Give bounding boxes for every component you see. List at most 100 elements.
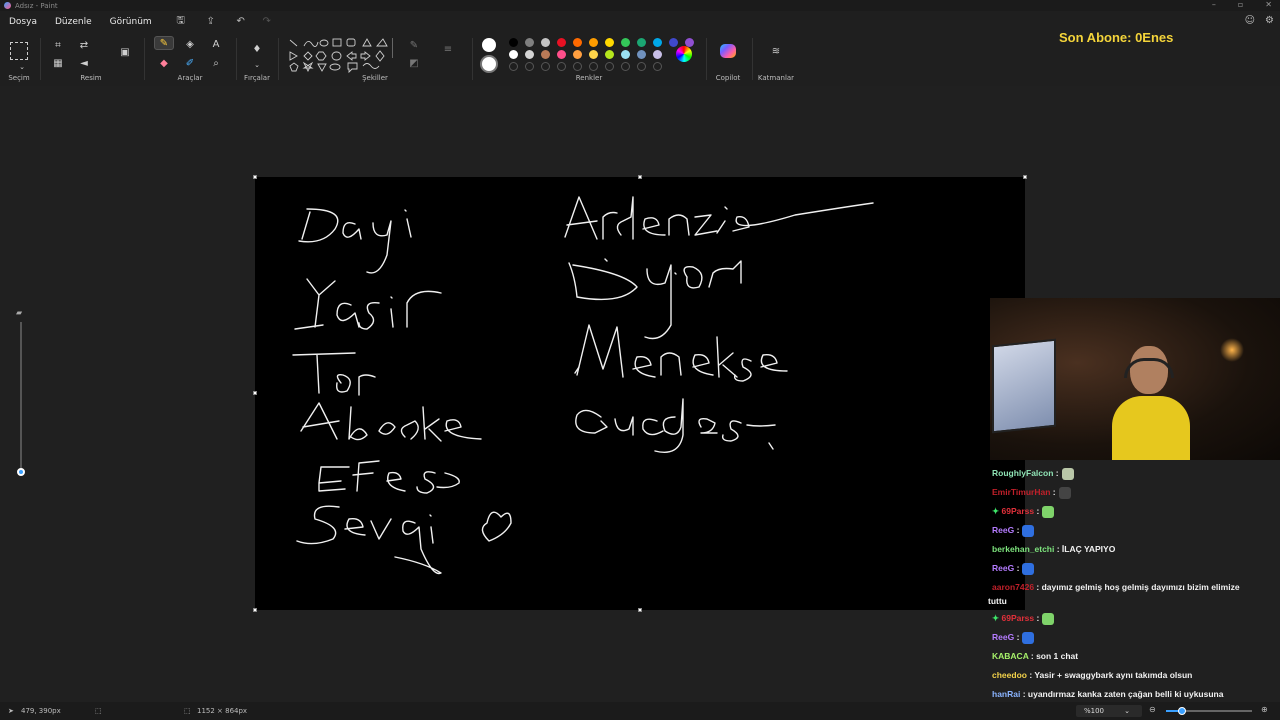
chat-message: RoughlyFalcon : xyxy=(984,467,1280,480)
color-swatch[interactable] xyxy=(525,50,534,59)
outline-icon[interactable]: ✎ xyxy=(406,38,422,52)
chat-username[interactable]: KABACA xyxy=(992,651,1029,661)
color-swatch[interactable] xyxy=(573,50,582,59)
canvas-resize-handle[interactable] xyxy=(253,391,257,395)
crop-icon[interactable]: ⌗ xyxy=(50,38,66,52)
rotate-icon[interactable]: ◄ xyxy=(76,56,92,70)
shape-size-icon[interactable]: ≡ xyxy=(440,42,456,56)
minimize-icon[interactable]: – xyxy=(1212,0,1216,9)
color-swatch[interactable] xyxy=(669,38,678,47)
text-tool-icon[interactable]: A xyxy=(208,37,224,51)
canvas-resize-handle[interactable] xyxy=(253,608,257,612)
select-rectangle-icon[interactable] xyxy=(10,42,28,60)
color-swatch[interactable] xyxy=(573,38,582,47)
menu-view[interactable]: Görünüm xyxy=(101,17,161,27)
color-swatch[interactable] xyxy=(557,38,566,47)
image-creator-icon[interactable]: ▣ xyxy=(116,44,134,60)
custom-color-slot[interactable] xyxy=(541,62,550,71)
brush-size-slider[interactable]: ▰ xyxy=(16,308,26,480)
custom-color-slot[interactable] xyxy=(589,62,598,71)
close-icon[interactable]: ✕ xyxy=(1265,0,1272,9)
zoom-in-icon[interactable]: ⊕ xyxy=(1261,705,1268,714)
slider-thumb[interactable] xyxy=(17,468,25,476)
chat-username[interactable]: berkehan_etchi xyxy=(992,544,1054,554)
fill-bucket-icon[interactable]: ◈ xyxy=(182,37,198,51)
pencil-icon[interactable]: ✎ xyxy=(154,36,174,50)
maximize-icon[interactable]: ▫ xyxy=(1238,0,1243,9)
color-swatch[interactable] xyxy=(621,38,630,47)
chat-text: : uyandırmaz kanka zaten çağan belli ki … xyxy=(1020,689,1224,699)
color-swatch[interactable] xyxy=(637,38,646,47)
color-swatch[interactable] xyxy=(541,50,550,59)
magnifier-icon[interactable]: ⌕ xyxy=(208,56,224,70)
chat-username[interactable]: aaron7426 xyxy=(992,582,1034,592)
menu-file[interactable]: Dosya xyxy=(0,17,46,27)
drawing-canvas[interactable] xyxy=(255,177,1025,610)
custom-color-slot[interactable] xyxy=(605,62,614,71)
share-icon[interactable]: ⇪ xyxy=(201,16,221,27)
chat-username[interactable]: ReeG xyxy=(992,632,1014,642)
chat-username[interactable]: EmirTimurHan xyxy=(992,487,1050,497)
custom-color-slot[interactable] xyxy=(637,62,646,71)
eraser-icon[interactable]: ◆ xyxy=(156,56,172,70)
chat-username[interactable]: ReeG xyxy=(992,525,1014,535)
canvas-resize-handle[interactable] xyxy=(638,608,642,612)
color-swatch[interactable] xyxy=(637,50,646,59)
custom-color-slot[interactable] xyxy=(557,62,566,71)
color-swatch[interactable] xyxy=(509,50,518,59)
chat-username[interactable]: 69Parss xyxy=(1001,506,1034,516)
zoom-out-icon[interactable]: ⊖ xyxy=(1149,705,1156,714)
copilot-icon[interactable] xyxy=(720,44,736,58)
canvas-size: 1152 × 864px xyxy=(197,707,248,715)
menu-edit[interactable]: Düzenle xyxy=(46,17,101,27)
canvas-resize-handle[interactable] xyxy=(253,175,257,179)
color-swatch[interactable] xyxy=(557,50,566,59)
chevron-down-icon[interactable]: ⌄ xyxy=(14,60,30,74)
edit-colors-icon[interactable] xyxy=(676,46,692,62)
color-picker-icon[interactable]: ✐ xyxy=(182,56,198,70)
chat-username[interactable]: 69Parss xyxy=(1001,613,1034,623)
brush-chevron-icon[interactable]: ⌄ xyxy=(249,58,265,72)
undo-icon[interactable]: ↶ xyxy=(231,16,251,27)
custom-color-slot[interactable] xyxy=(573,62,582,71)
color-swatch[interactable] xyxy=(589,38,598,47)
color-swatch[interactable] xyxy=(621,50,630,59)
slider-track xyxy=(20,322,22,472)
chevron-down-icon: ⌄ xyxy=(1124,707,1130,715)
settings-gear-icon[interactable]: ⚙ xyxy=(1265,15,1274,26)
color-swatch[interactable] xyxy=(653,38,662,47)
custom-color-slot[interactable] xyxy=(621,62,630,71)
color-swatch[interactable] xyxy=(605,50,614,59)
canvas-resize-handle[interactable] xyxy=(1023,175,1027,179)
color-swatch[interactable] xyxy=(653,50,662,59)
remove-background-icon[interactable]: ▦ xyxy=(50,56,66,70)
color-swatch[interactable] xyxy=(605,38,614,47)
chat-username[interactable]: RoughlyFalcon xyxy=(992,468,1053,478)
secondary-color-swatch[interactable] xyxy=(480,55,498,73)
canvas-resize-handle[interactable] xyxy=(638,175,642,179)
chat-username[interactable]: hanRai xyxy=(992,689,1020,699)
zoom-slider-thumb[interactable] xyxy=(1178,707,1186,715)
custom-color-slot[interactable] xyxy=(653,62,662,71)
color-swatch[interactable] xyxy=(589,50,598,59)
save-icon[interactable]: 🖫 xyxy=(171,13,191,30)
custom-color-slot[interactable] xyxy=(525,62,534,71)
color-swatch[interactable] xyxy=(509,38,518,47)
chat-text: : dayımız gelmiş hoş gelmiş dayımızı biz… xyxy=(1034,582,1240,592)
chat-username[interactable]: ReeG xyxy=(992,563,1014,573)
shapes-gallery-icon[interactable] xyxy=(288,38,398,74)
zoom-level-dropdown[interactable]: %100 ⌄ xyxy=(1076,705,1142,717)
chat-username[interactable]: cheedoo xyxy=(992,670,1027,680)
fill-icon[interactable]: ◩ xyxy=(406,56,422,70)
primary-color-swatch[interactable] xyxy=(482,38,496,52)
color-swatch[interactable] xyxy=(525,38,534,47)
brush-icon[interactable]: ♦ xyxy=(249,42,265,56)
account-icon[interactable]: ☺ xyxy=(1245,15,1255,26)
shapes-scroll-icon[interactable] xyxy=(392,38,398,58)
color-swatch[interactable] xyxy=(541,38,550,47)
layers-icon[interactable]: ≋ xyxy=(768,44,784,58)
custom-color-slot[interactable] xyxy=(509,62,518,71)
zoom-slider-track[interactable] xyxy=(1166,707,1252,715)
resize-icon[interactable]: ⇄ xyxy=(76,38,92,52)
redo-icon[interactable]: ↷ xyxy=(257,16,277,27)
